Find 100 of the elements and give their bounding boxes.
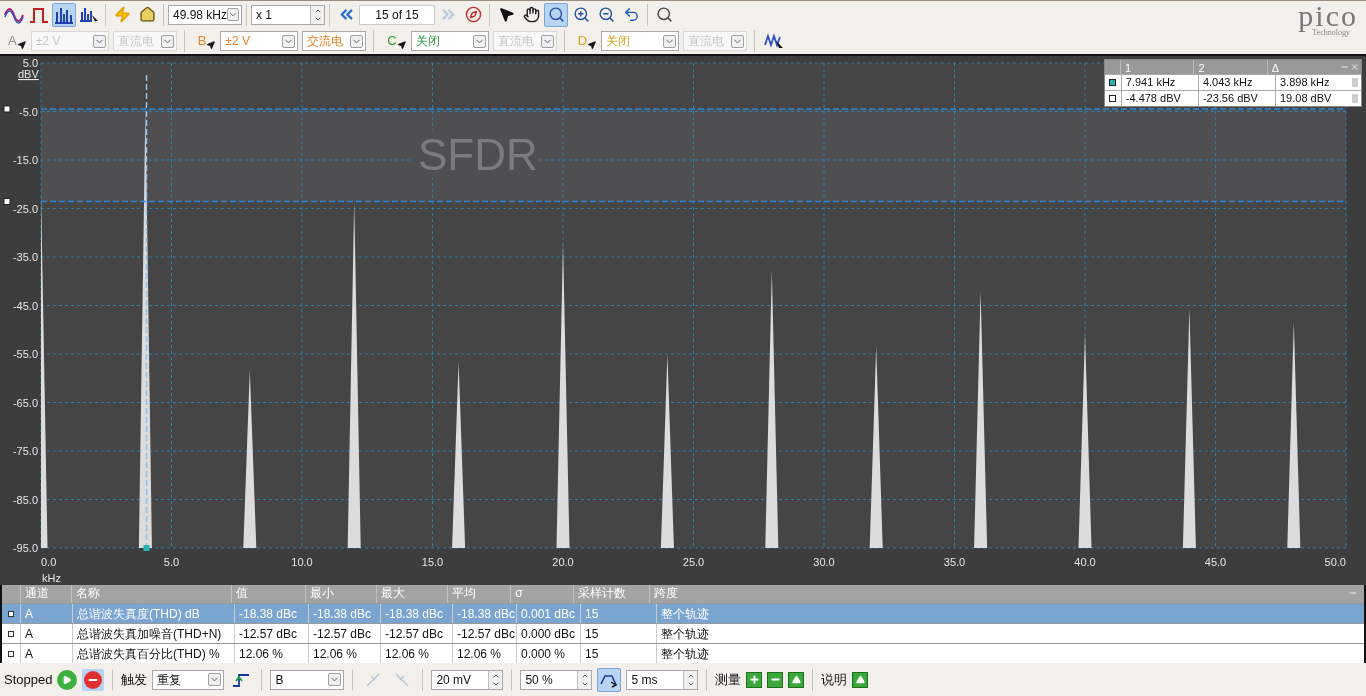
chevron-down-icon [663, 34, 677, 48]
remove-measurement-button[interactable] [767, 671, 784, 688]
undo-icon [622, 6, 640, 23]
x-tick-label: 40.0 [1074, 556, 1096, 568]
x-axis-unit: kHz [42, 572, 61, 584]
delay-spinner[interactable]: 5 ms [626, 669, 699, 690]
toolbar-button[interactable] [544, 2, 568, 27]
pointer-icon [587, 40, 598, 50]
zoom-factor-spinner[interactable]: x 1 [251, 4, 325, 25]
chevron-down-icon [731, 34, 745, 48]
channel-letter[interactable]: B [197, 31, 207, 51]
x-tick-label: 30.0 [813, 556, 835, 568]
waveform-icon [764, 33, 785, 49]
y-tick-label: 5.0 [22, 57, 38, 69]
pointer-icon [206, 40, 217, 50]
table-cell: 12.06 % [380, 644, 452, 663]
stop-button[interactable] [82, 668, 105, 691]
y-tick-label: -25.0 [12, 202, 38, 215]
compass-icon [464, 6, 482, 23]
table-cell: 12.06 % [308, 644, 380, 663]
pointer-icon [497, 6, 515, 23]
sample-rate-dropdown[interactable]: 49.98 kHz [168, 4, 242, 25]
pointer-icon [396, 40, 407, 50]
chevron-down-icon [282, 34, 296, 48]
range-dropdown[interactable]: ±2 V [220, 31, 299, 51]
y-tick-label: -15.0 [12, 154, 38, 166]
y-tick-label: -5.0 [19, 105, 38, 118]
row-marker-icon [8, 630, 14, 637]
y-tick-label: -45.0 [12, 299, 38, 312]
toolbar-button[interactable] [52, 2, 76, 27]
hand-icon [522, 6, 540, 23]
play-icon [62, 674, 73, 685]
edge-disabled-icon [365, 671, 382, 688]
x-tick-label: 35.0 [943, 556, 966, 568]
chevron-down-icon [350, 34, 364, 48]
measurements-label: 测量 [715, 670, 742, 689]
y-tick-label: -85.0 [12, 493, 38, 506]
vertical-cursor[interactable] [143, 74, 150, 551]
spectrum-arrow-icon [79, 5, 99, 24]
chevron-down-icon [208, 673, 222, 686]
threshold-spinner[interactable]: 20 mV [431, 669, 504, 690]
measurement-row[interactable]: A 总谐波失真百分比(THD) % 12.06 % 12.06 % 12.06 % 12.06 % 0.000 % 15 整个轨迹 [2, 643, 1364, 663]
measurement-row[interactable]: A 总谐波失真加噪音(THD+N) -12.57 dBc -12.57 dBc -12.57 dBc -12.57 dBc 0.000 dBc 15 整个轨迹 [2, 623, 1364, 643]
chevron-down-icon [92, 34, 106, 48]
cursor-marker-icon [1109, 95, 1117, 102]
x-tick-label: 0.0 [41, 556, 57, 568]
range-dropdown[interactable]: 关闭 [410, 31, 489, 51]
table-cell: 15 [580, 644, 656, 663]
buffer-field[interactable]: 15 of 15 [359, 4, 435, 25]
chevron-down-icon [160, 34, 174, 48]
chevron-down-icon [328, 673, 342, 686]
spectrum-bars-icon [54, 5, 74, 24]
table-cell: 0.000 % [516, 644, 580, 663]
trigger-label: 触发 [121, 670, 148, 689]
x-tick-label: 15.0 [421, 556, 444, 568]
cursor-value: -23.56 dBV [1197, 90, 1275, 107]
sine-wave-icon [4, 5, 24, 24]
triangle-icon [791, 675, 801, 684]
row-marker-icon [8, 650, 14, 657]
rising-edge-icon [232, 671, 251, 688]
range-dropdown[interactable]: 关闭 [601, 31, 680, 51]
channel-letter[interactable]: D [577, 31, 588, 51]
home-icon [138, 6, 156, 23]
table-cell: 12.06 % [452, 644, 516, 663]
spin-buttons[interactable] [683, 670, 698, 689]
cursor-marker-icon [1109, 79, 1117, 86]
y-axis-unit: dBV [18, 68, 39, 80]
trigger-source-dropdown[interactable]: B [270, 669, 345, 690]
measurement-row[interactable]: A 总谐波失真度(THD) dB -18.38 dBc -18.38 dBc -18.38 dBc -18.38 dBc 0.001 dBc 15 整个轨迹 [2, 603, 1364, 623]
table-cell: 总谐波失真百分比(THD) % [72, 644, 234, 663]
pretrigger-spinner[interactable]: 50 % [520, 669, 593, 690]
chevron-down-icon [540, 34, 554, 48]
notes-toggle-button[interactable] [852, 671, 869, 688]
pointer-icon [16, 40, 27, 50]
table-cell: A [20, 644, 72, 663]
edit-measurement-button[interactable] [788, 671, 805, 688]
triangle-icon [855, 675, 865, 684]
toolbar-button[interactable] [597, 667, 622, 692]
x-tick-label: 25.0 [682, 556, 705, 568]
coupling-dropdown[interactable]: 交流电 [302, 31, 367, 51]
spin-buttons[interactable] [488, 670, 503, 689]
add-measurement-button[interactable] [746, 671, 763, 688]
edge-disabled-icon [394, 671, 411, 688]
channel-letter[interactable]: A [8, 31, 17, 51]
zoom-reset-icon [655, 6, 673, 23]
cursor-value: -4.478 dBV [1120, 90, 1198, 107]
magnifier-icon [547, 6, 565, 23]
y-tick-label: -35.0 [12, 251, 38, 263]
channel-letter[interactable]: C [387, 31, 397, 51]
x-tick-label: 5.0 [163, 556, 180, 568]
spin-buttons[interactable] [310, 5, 324, 24]
lightning-icon [113, 6, 131, 23]
chevron-down-icon [472, 34, 486, 48]
y-tick-label: -75.0 [12, 445, 38, 457]
start-button[interactable] [57, 669, 78, 690]
spin-buttons[interactable] [577, 670, 592, 689]
trigger-mode-dropdown[interactable]: 重复 [152, 669, 225, 690]
table-cell: 12.06 % [234, 644, 308, 663]
chevron-down-icon [227, 8, 239, 21]
notes-label: 说明 [821, 670, 848, 689]
